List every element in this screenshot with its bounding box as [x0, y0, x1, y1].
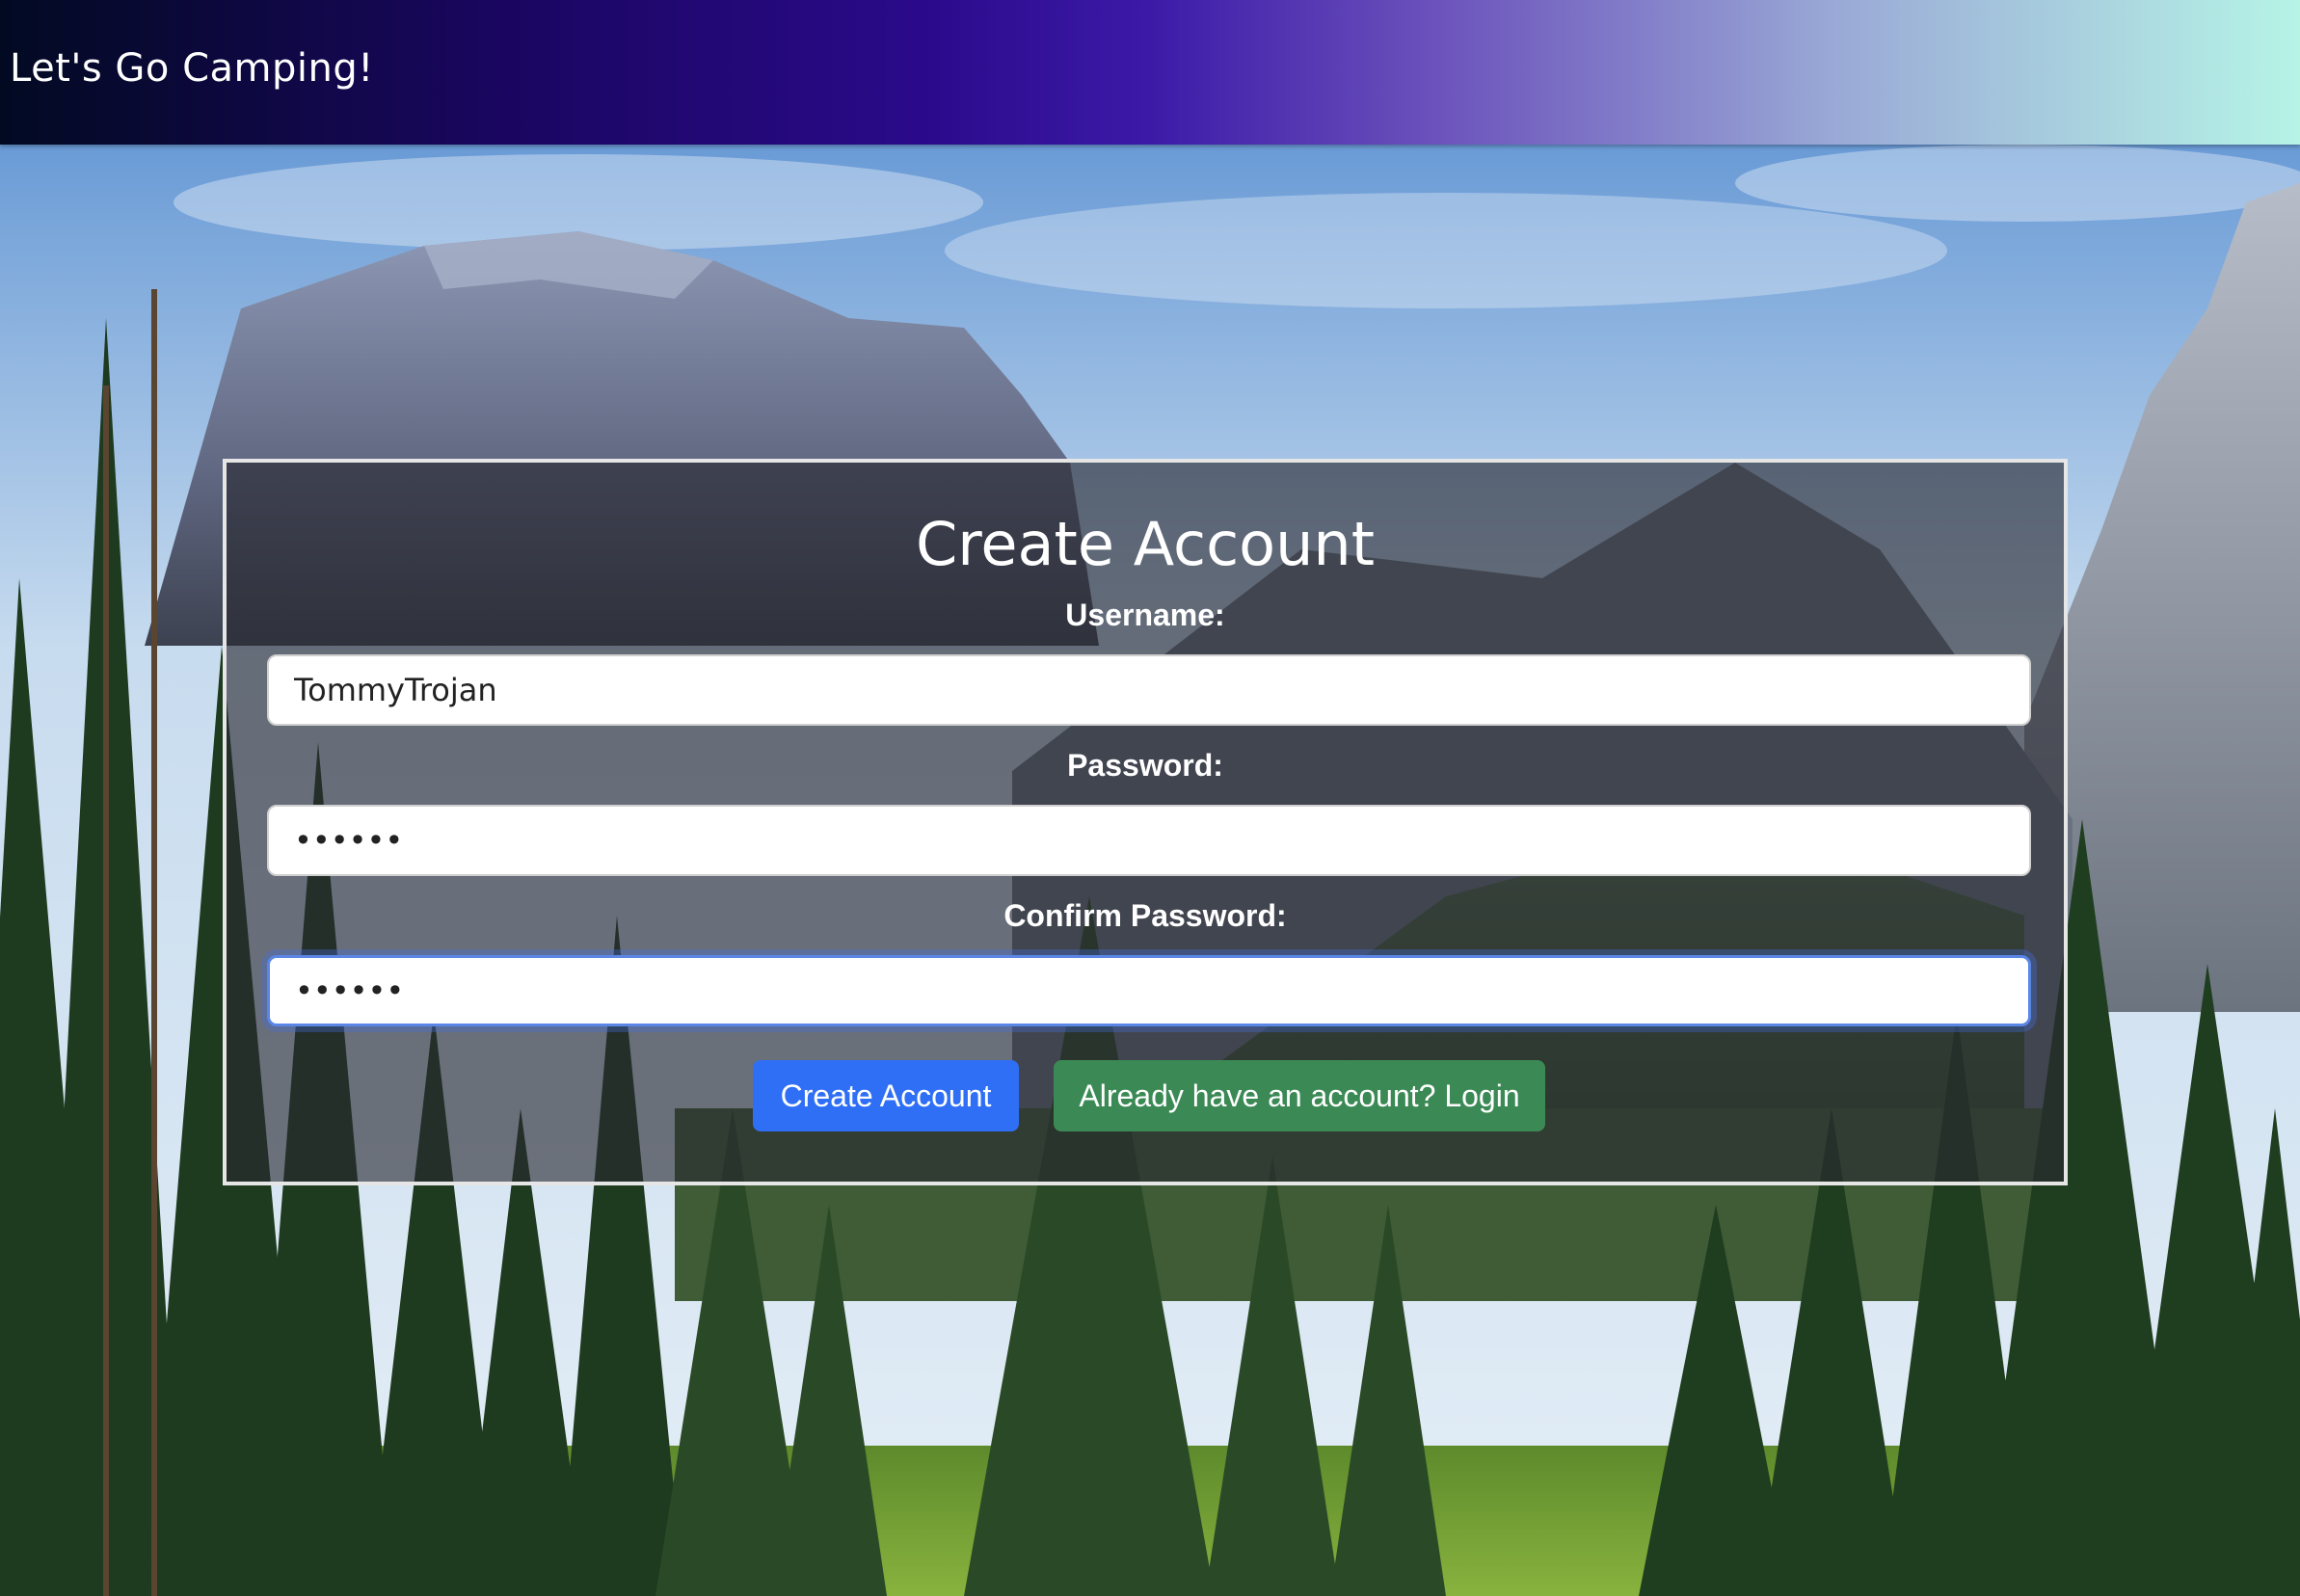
password-label: Password:: [1067, 748, 1223, 783]
username-label: Username:: [1065, 598, 1225, 632]
username-input[interactable]: [267, 654, 2031, 726]
confirm-password-label: Confirm Password:: [1003, 898, 1287, 933]
create-account-button[interactable]: Create Account: [753, 1060, 1019, 1131]
password-input[interactable]: [267, 805, 2031, 876]
page: Let's Go Camping! Create Account Usernam…: [0, 0, 2300, 1596]
site-title: Let's Go Camping!: [10, 46, 374, 91]
create-account-panel: Create Account Username: Password: Confi…: [223, 459, 2068, 1185]
login-button[interactable]: Already have an account? Login: [1054, 1060, 1545, 1131]
confirm-password-input[interactable]: [267, 955, 2031, 1026]
form-title: Create Account: [915, 509, 1376, 579]
header-bar: Let's Go Camping!: [0, 0, 2300, 145]
